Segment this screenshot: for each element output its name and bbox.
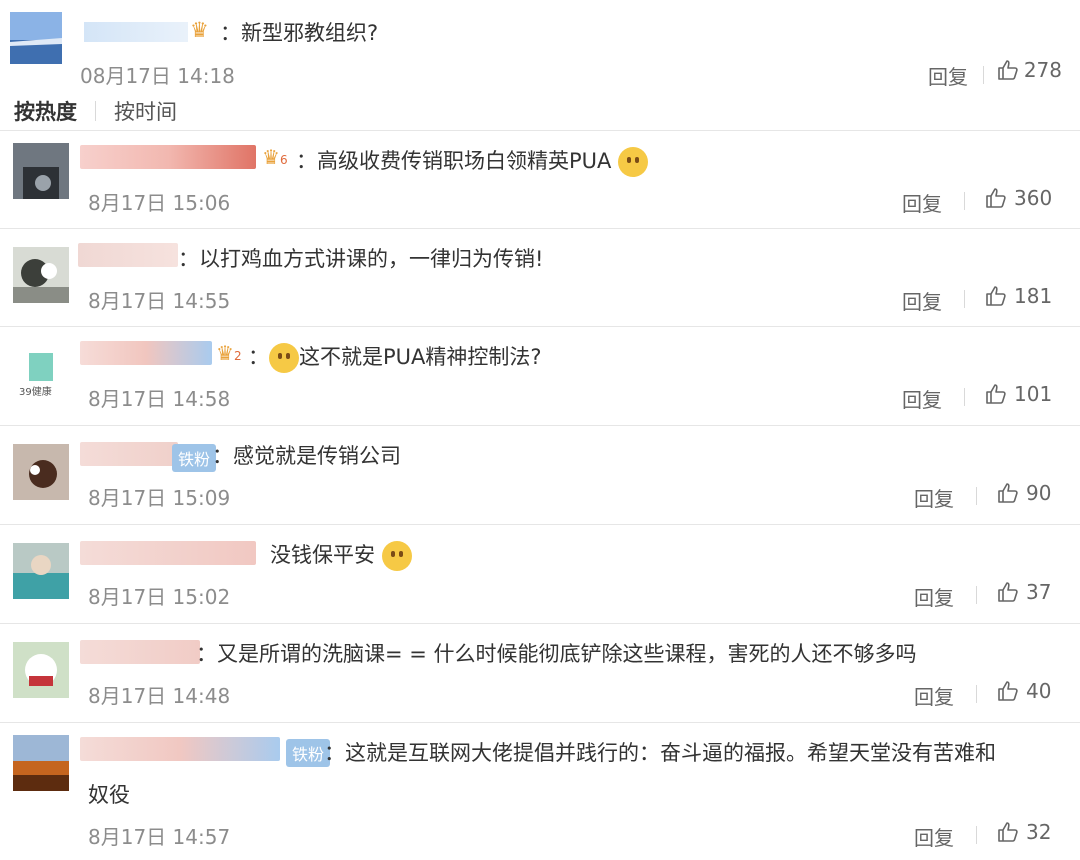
avatar[interactable] [13, 543, 69, 599]
thumb-up-icon [998, 681, 1018, 701]
comment-text: ：这不就是PUA精神控制法? [248, 341, 542, 373]
comment-text-continued: 奴役 [88, 783, 130, 807]
username-blurred[interactable] [84, 22, 188, 42]
crown-icon: ♛ [190, 18, 209, 42]
avatar[interactable]: 39健康 [13, 345, 69, 401]
comment-text: 没钱保平安 [270, 539, 412, 571]
username-blurred[interactable] [80, 737, 280, 761]
list-item: 39健康 ♛2 ：这不就是PUA精神控制法? 8月17日 14:58 回复 10… [0, 326, 1080, 425]
thumb-up-icon [998, 483, 1018, 503]
thumb-up-icon [986, 286, 1006, 306]
like-button[interactable]: 360 [984, 186, 1052, 210]
svg-text:39健康: 39健康 [19, 385, 52, 398]
comment-text: ：新型邪教组织? [220, 21, 379, 45]
eye-roll-emoji-icon [618, 147, 649, 177]
avatar[interactable] [13, 735, 69, 791]
avatar[interactable] [10, 12, 62, 64]
like-button[interactable]: 37 [996, 580, 1051, 604]
list-item: ：以打鸡血方式讲课的，一律归为传销! 8月17日 14:55 回复 181 [0, 228, 1080, 327]
crown-icon: ♛6 [262, 145, 288, 169]
avatar[interactable] [13, 247, 69, 303]
like-count: 90 [1026, 481, 1052, 505]
yum-emoji-icon [381, 541, 412, 571]
laugh-cry-emoji-icon [269, 343, 299, 373]
thumb-up-icon [998, 822, 1018, 842]
comment-text: ：这就是互联网大佬提倡并践行的：奋斗逼的福报。希望天堂没有苦难和 [324, 741, 996, 765]
reply-button[interactable]: 回复 [902, 286, 942, 315]
reply-button[interactable]: 回复 [902, 188, 942, 217]
comment-time: 8月17日 14:58 [88, 387, 231, 411]
thumb-up-icon [986, 188, 1006, 208]
like-button[interactable]: 90 [996, 481, 1051, 505]
divider [976, 586, 977, 604]
comment-time: 8月17日 14:48 [88, 684, 231, 708]
reply-button[interactable]: 回复 [914, 483, 954, 512]
like-button[interactable]: 181 [984, 284, 1052, 308]
comment-time: 08月17日 14:18 [80, 64, 235, 88]
comment-time: 8月17日 14:55 [88, 289, 231, 313]
sort-tabs: 按热度 按时间 [14, 96, 177, 126]
reply-button[interactable]: 回复 [928, 61, 968, 90]
like-count: 101 [1014, 382, 1053, 406]
like-count: 32 [1026, 820, 1052, 844]
username-blurred[interactable] [78, 243, 178, 267]
divider [964, 290, 965, 308]
like-button[interactable]: 278 [996, 58, 1062, 82]
divider [964, 192, 965, 210]
username-blurred[interactable] [80, 341, 212, 365]
like-count: 40 [1026, 679, 1052, 703]
thumb-up-icon [998, 582, 1018, 602]
comment-text: ：又是所谓的洗脑课= = 什么时候能彻底铲除这些课程，害死的人还不够多吗 [196, 642, 917, 666]
avatar[interactable] [13, 642, 69, 698]
username-blurred[interactable] [80, 541, 256, 565]
list-item: ♛6 ：高级收费传销职场白领精英PUA 8月17日 15:06 回复 360 [0, 130, 1080, 228]
like-count: 360 [1014, 186, 1053, 210]
like-button[interactable]: 32 [996, 820, 1051, 844]
tab-sort-by-time[interactable]: 按时间 [114, 96, 177, 126]
divider [95, 101, 96, 121]
fan-badge: 铁粉 [172, 444, 217, 472]
comment-time: 8月17日 14:57 [88, 825, 231, 849]
thumb-up-icon [998, 60, 1018, 80]
list-item: 铁粉 ：这就是互联网大佬提倡并践行的：奋斗逼的福报。希望天堂没有苦难和 奴役 8… [0, 722, 1080, 860]
like-count: 278 [1023, 58, 1062, 82]
comment-time: 8月17日 15:02 [88, 585, 231, 609]
list-item: 没钱保平安 8月17日 15:02 回复 37 [0, 524, 1080, 623]
divider [983, 66, 984, 84]
reply-button[interactable]: 回复 [914, 822, 954, 851]
like-count: 37 [1026, 580, 1052, 604]
username-blurred[interactable] [80, 640, 200, 664]
comment-text: ：高级收费传销职场白领精英PUA [296, 145, 649, 177]
crown-icon: ♛2 [216, 341, 242, 365]
list-item: ：又是所谓的洗脑课= = 什么时候能彻底铲除这些课程，害死的人还不够多吗 8月1… [0, 623, 1080, 722]
like-button[interactable]: 101 [984, 382, 1052, 406]
username-blurred[interactable] [80, 145, 256, 169]
top-comment: ♛ ：新型邪教组织? 08月17日 14:18 回复 278 [0, 0, 1080, 96]
reply-button[interactable]: 回复 [914, 582, 954, 611]
username-blurred[interactable] [80, 442, 178, 466]
comment-time: 8月17日 15:06 [88, 191, 231, 215]
like-button[interactable]: 40 [996, 679, 1051, 703]
like-count: 181 [1014, 284, 1053, 308]
divider [976, 685, 977, 703]
avatar[interactable] [13, 143, 69, 199]
reply-button[interactable]: 回复 [914, 681, 954, 710]
comment-time: 8月17日 15:09 [88, 486, 231, 510]
reply-button[interactable]: 回复 [902, 384, 942, 413]
comment-text: ：感觉就是传销公司 [212, 444, 401, 468]
divider [964, 388, 965, 406]
comment-text: ：以打鸡血方式讲课的，一律归为传销! [178, 247, 544, 271]
thumb-up-icon [986, 384, 1006, 404]
avatar[interactable] [13, 444, 69, 500]
list-item: 铁粉 ：感觉就是传销公司 8月17日 15:09 回复 90 [0, 425, 1080, 524]
divider [976, 826, 977, 844]
tab-sort-by-heat[interactable]: 按热度 [14, 96, 77, 126]
divider [976, 487, 977, 505]
